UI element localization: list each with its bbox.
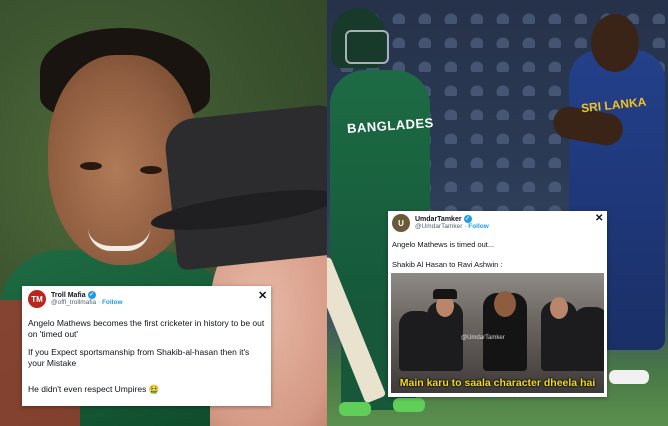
left-eye	[80, 162, 102, 170]
tweet-meta: UmdarTamker ✓ @UmdarTamker · Follow	[415, 215, 489, 230]
composite-image: BANGLADES SRI LANKA TM Troll Mafia ✓ @of…	[0, 0, 668, 426]
x-logo-icon[interactable]: ✕	[595, 213, 603, 224]
follow-button[interactable]: Follow	[468, 223, 489, 230]
tweet-header: U UmdarTamker ✓ @UmdarTamker · Follow	[392, 214, 489, 232]
tweet-header: TM Troll Mafia ✓ @offl_trollmafia · Foll…	[28, 290, 123, 308]
dot-separator: ·	[464, 223, 467, 231]
meme-caption: Main karu to saala character dheela hai	[399, 377, 596, 389]
meme-watermark: @UmdarTamker	[461, 335, 505, 341]
tweet-text-line2: Shakib Al Hasan to Ravi Ashwin :	[392, 260, 503, 269]
tweet-meta: Troll Mafia ✓ @offl_trollmafia · Follow	[51, 291, 123, 306]
meme-figure-head	[550, 297, 568, 319]
avatar-text: TM	[31, 294, 43, 304]
umpire-hat	[162, 103, 327, 271]
x-logo-icon[interactable]: ✕	[258, 289, 267, 302]
white-shoe	[609, 370, 649, 384]
author-handle[interactable]: @offl_trollmafia	[51, 299, 96, 306]
right-eye	[140, 166, 162, 174]
verified-badge-icon: ✓	[87, 291, 96, 300]
tweet-text-line3: He didn't even respect Umpires 🤮	[28, 384, 160, 394]
author-name[interactable]: Troll Mafia	[51, 292, 86, 300]
follow-button[interactable]: Follow	[102, 299, 123, 306]
tweet-card-trollmafia[interactable]: TM Troll Mafia ✓ @offl_trollmafia · Foll…	[22, 286, 271, 406]
meme-image[interactable]: @UmdarTamker Main karu to saala characte…	[391, 273, 604, 393]
tweet-text-line1: Angelo Mathews is timed out...	[392, 240, 495, 249]
green-shoe	[393, 398, 425, 412]
meme-figure	[573, 307, 604, 371]
tweet-card-umdartamker[interactable]: U UmdarTamker ✓ @UmdarTamker · Follow ✕ …	[388, 211, 607, 397]
tweet-text-line1: Angelo Mathews becomes the first cricket…	[28, 318, 265, 339]
meme-center-face	[494, 291, 516, 317]
author-handle[interactable]: @UmdarTamker	[415, 223, 462, 230]
meme-figure-hat	[433, 289, 457, 299]
green-shoe	[339, 402, 371, 416]
helmet-grill	[345, 30, 389, 64]
srilanka-player-head	[591, 14, 639, 72]
trollmafia-avatar[interactable]: TM	[28, 290, 46, 308]
dot-separator: ·	[97, 299, 101, 307]
verified-badge-icon: ✓	[463, 215, 472, 224]
author-name[interactable]: UmdarTamker	[415, 216, 462, 224]
avatar-text: U	[398, 218, 404, 228]
tweet-text-line2: If you Expect sportsmanship from Shakib-…	[28, 347, 250, 368]
umdartamker-avatar[interactable]: U	[392, 214, 410, 232]
